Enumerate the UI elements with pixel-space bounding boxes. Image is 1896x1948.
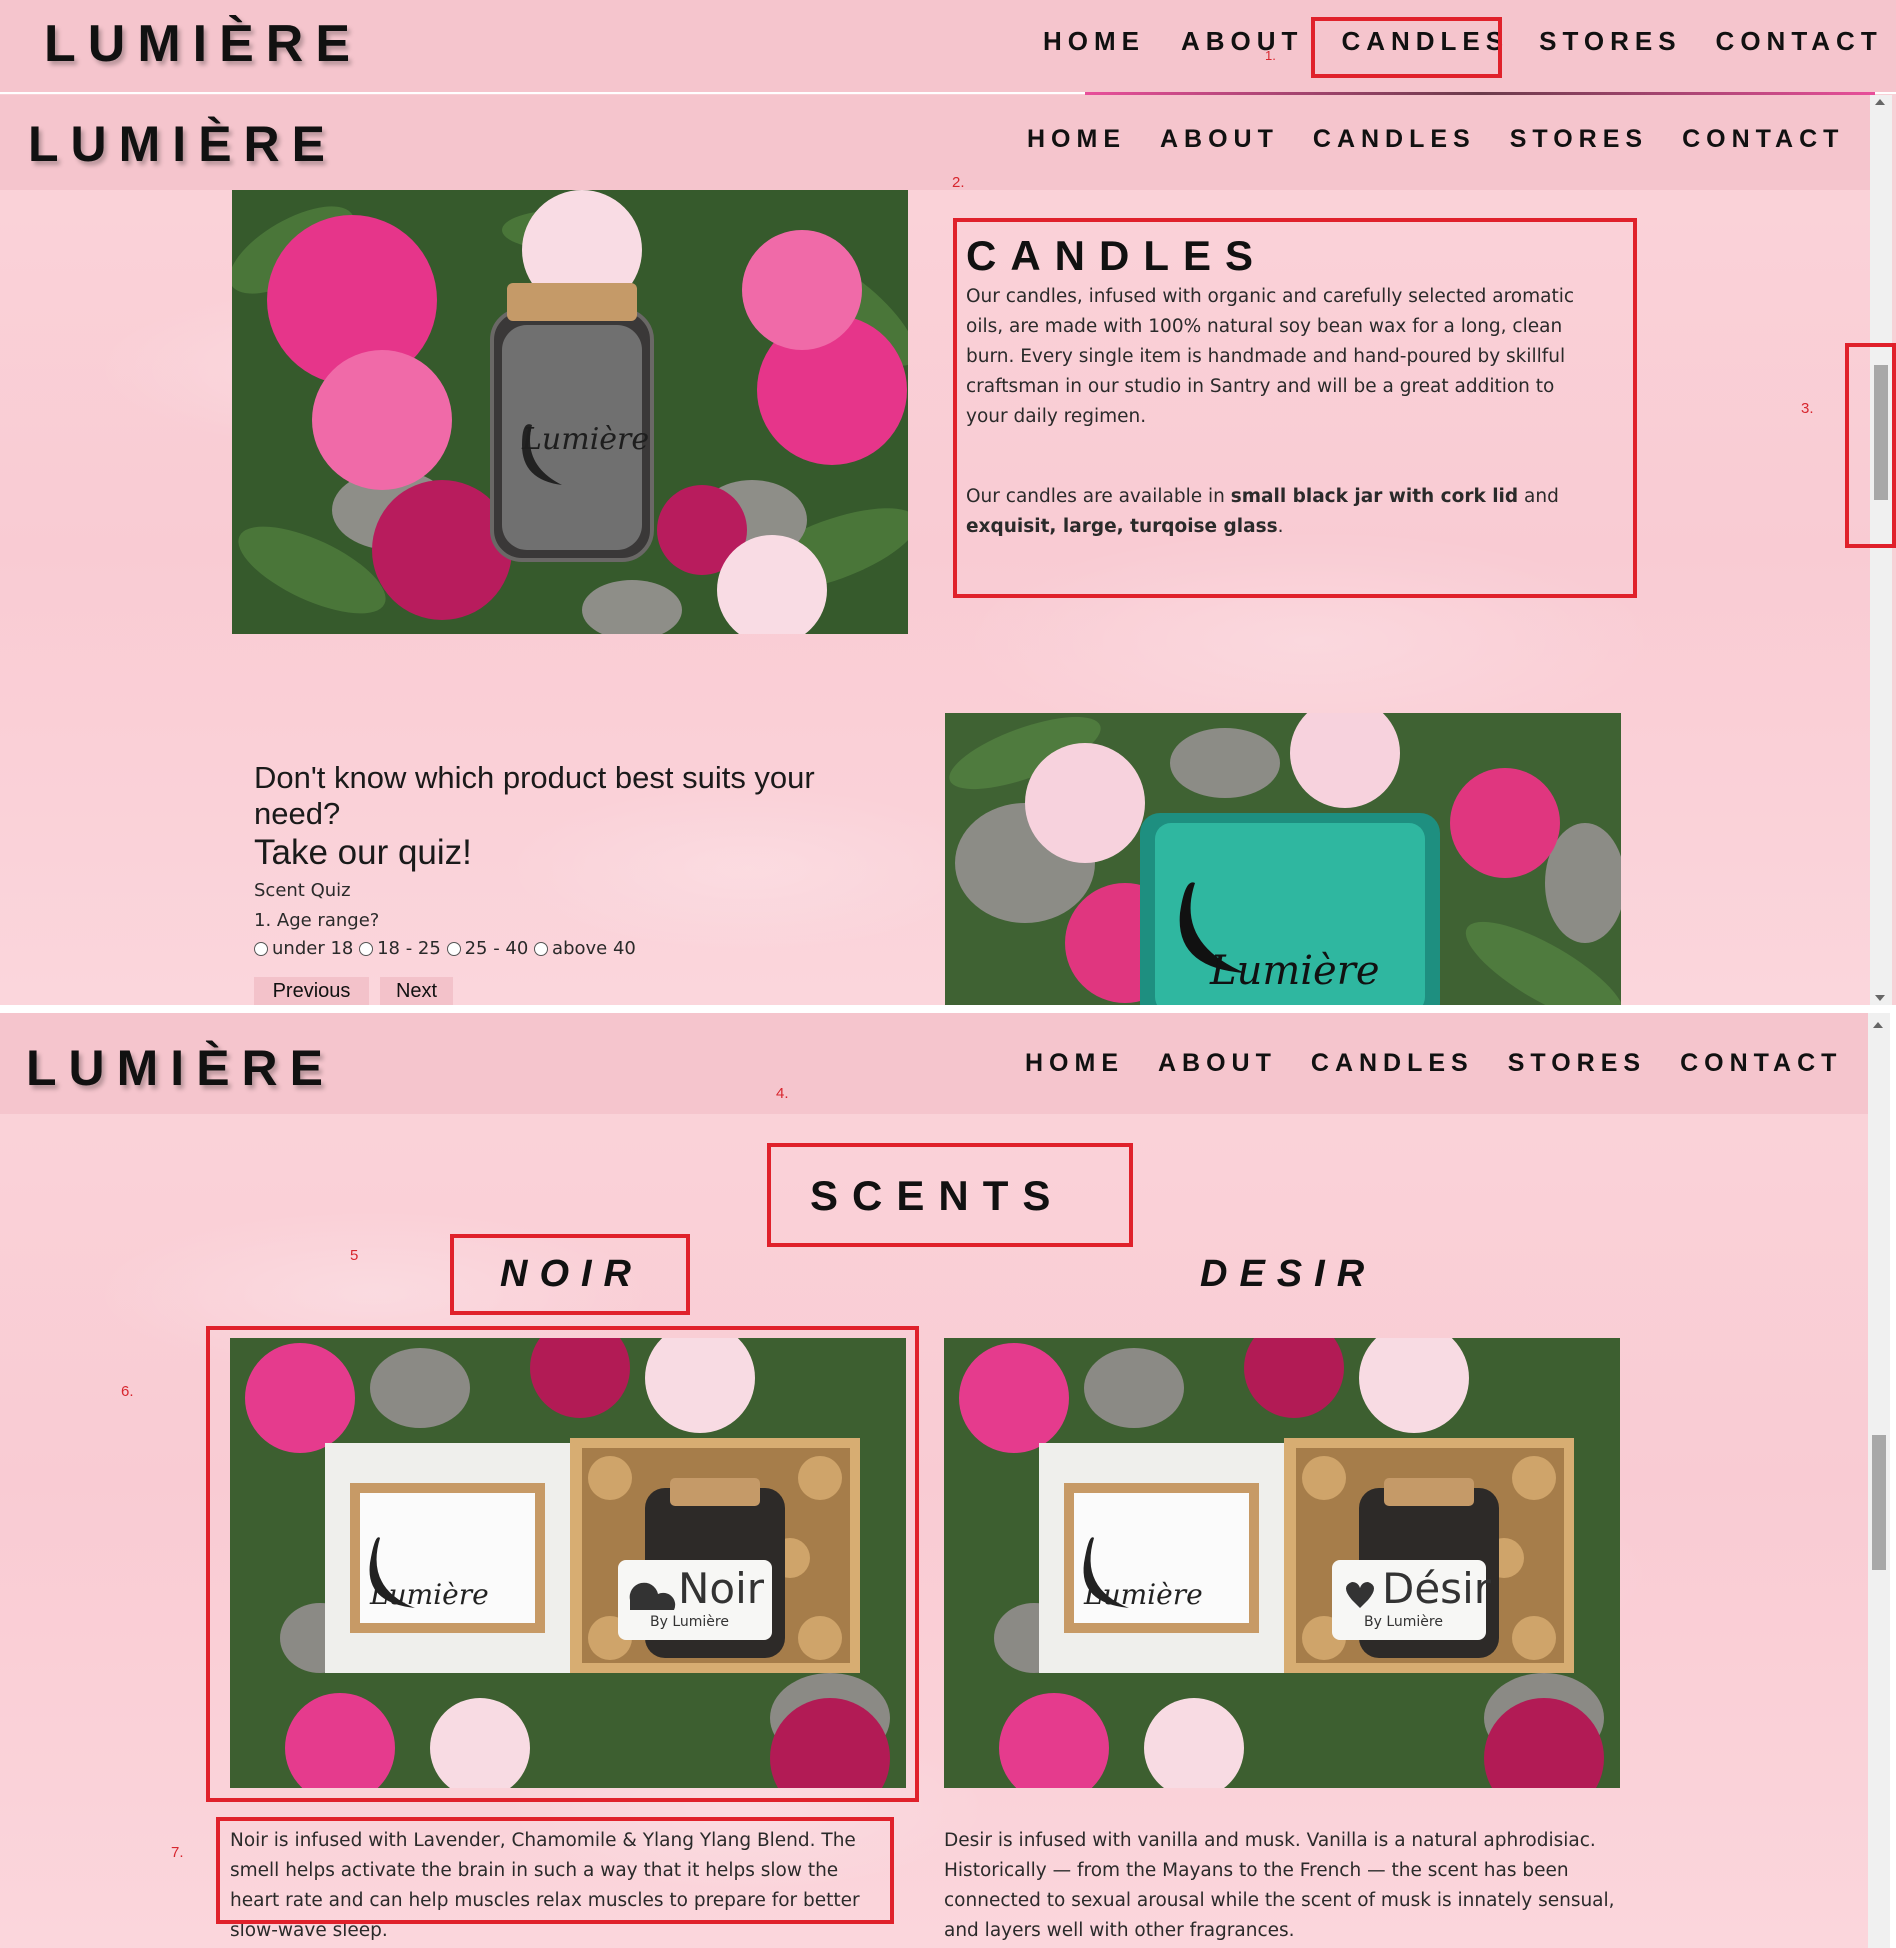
nav-stores[interactable]: STORES [1510,125,1648,154]
quiz-section: Don't know which product best suits your… [254,760,904,962]
marker-4: 4. [776,1085,789,1102]
highlight-nav-candles [1311,17,1502,78]
nav-home[interactable]: HOME [1027,125,1126,154]
highlight-noir-title [450,1234,690,1315]
quiz-question: 1. Age range? [254,910,380,931]
window-edge [1890,1013,1896,1948]
scents-header: LUMIÈRE HOME ABOUT CANDLES STORES CONTAC… [0,1013,1868,1114]
nav-home[interactable]: HOME [1043,26,1145,57]
highlight-candles-info [953,218,1637,598]
nav-candles[interactable]: CANDLES [1311,1049,1474,1078]
logo[interactable]: LUMIÈRE [28,115,337,173]
option-label: 25 - 40 [464,938,529,959]
highlight-scrollbar [1845,343,1896,548]
top-header: LUMIÈRE HOME ABOUT CANDLES STORES CONTAC… [0,0,1896,92]
black-jar-candle-photo: Lumière [232,190,908,634]
desir-description-clip: Desir is infused with vanilla and musk. … [944,1826,1624,1948]
logo[interactable]: LUMIÈRE [26,1039,335,1097]
quiz-heading-1: Don't know which product best suits your… [254,760,815,831]
glass-label: Lumière [1210,948,1380,994]
option-label: above 40 [552,938,636,959]
nav-about[interactable]: ABOUT [1160,125,1279,154]
main-nav: HOME ABOUT CANDLES STORES CONTACT [1025,1049,1842,1078]
desir-jar-label: Désir [1382,1564,1491,1613]
quiz-heading-2: Take our quiz! [254,833,472,872]
nav-contact[interactable]: CONTACT [1716,26,1883,57]
nav-about[interactable]: ABOUT [1181,26,1303,57]
marker-6: 6. [121,1383,134,1400]
highlight-noir-photo [206,1326,919,1802]
nav-home[interactable]: HOME [1025,1049,1124,1078]
desir-card-logo: Lumière [1084,1578,1203,1611]
quiz-option-25-40[interactable]: 25 - 40 [446,938,529,959]
highlight-scents-heading [767,1143,1133,1247]
radio-25-40[interactable] [446,942,461,956]
panel-separator [0,1005,1896,1013]
nav-stores[interactable]: STORES [1539,26,1681,57]
radio-18-25[interactable] [359,942,374,956]
scroll-up-arrow[interactable] [1875,99,1885,105]
radio-above-40[interactable] [534,942,549,956]
quiz-option-under-18[interactable]: under 18 [254,938,353,959]
logo[interactable]: LUMIÈRE [44,14,362,74]
highlight-noir-description [216,1817,894,1924]
jar-label: Lumière [522,422,650,457]
scroll-down-arrow[interactable] [1875,995,1885,1001]
desir-product-image [944,1338,1620,1788]
candles-header: LUMIÈRE HOME ABOUT CANDLES STORES CONTAC… [0,95,1870,190]
desir-description: Desir is infused with vanilla and musk. … [944,1830,1615,1941]
black-jar-candle-image [232,190,908,634]
scroll-up-arrow[interactable] [1873,1022,1883,1028]
quiz-option-18-25[interactable]: 18 - 25 [359,938,441,959]
quiz-previous-button[interactable]: Previous [254,977,369,1005]
marker-7: 7. [171,1844,184,1861]
marker-5: 5 [350,1247,359,1264]
nav-contact[interactable]: CONTACT [1680,1049,1842,1078]
main-nav: HOME ABOUT CANDLES STORES CONTACT [1027,125,1844,154]
quiz-options: under 18 18 - 25 25 - 40 above 40 [254,936,904,962]
quiz-next-button[interactable]: Next [380,977,453,1005]
candles-scrollbar[interactable] [1870,95,1892,1005]
nav-about[interactable]: ABOUT [1158,1049,1277,1078]
option-label: 18 - 25 [377,938,441,959]
option-label: under 18 [272,938,354,959]
radio-under-18[interactable] [254,942,268,956]
marker-3: 3. [1801,400,1814,417]
turquoise-glass-candle-photo: Lumière [945,713,1621,1005]
marker-1: 1. [1265,48,1276,63]
desir-title: DESIR [1200,1253,1377,1295]
desir-jar-sub: By Lumière [1364,1614,1443,1630]
desir-product-photo[interactable]: Lumière Désir By Lumière [944,1338,1620,1788]
quiz-title: Scent Quiz [254,880,351,901]
nav-stores[interactable]: STORES [1508,1049,1646,1078]
nav-contact[interactable]: CONTACT [1682,125,1844,154]
marker-2: 2. [952,174,965,191]
scents-scrollbar-thumb[interactable] [1872,1435,1886,1570]
nav-candles[interactable]: CANDLES [1313,125,1476,154]
quiz-option-above-40[interactable]: above 40 [534,938,636,959]
